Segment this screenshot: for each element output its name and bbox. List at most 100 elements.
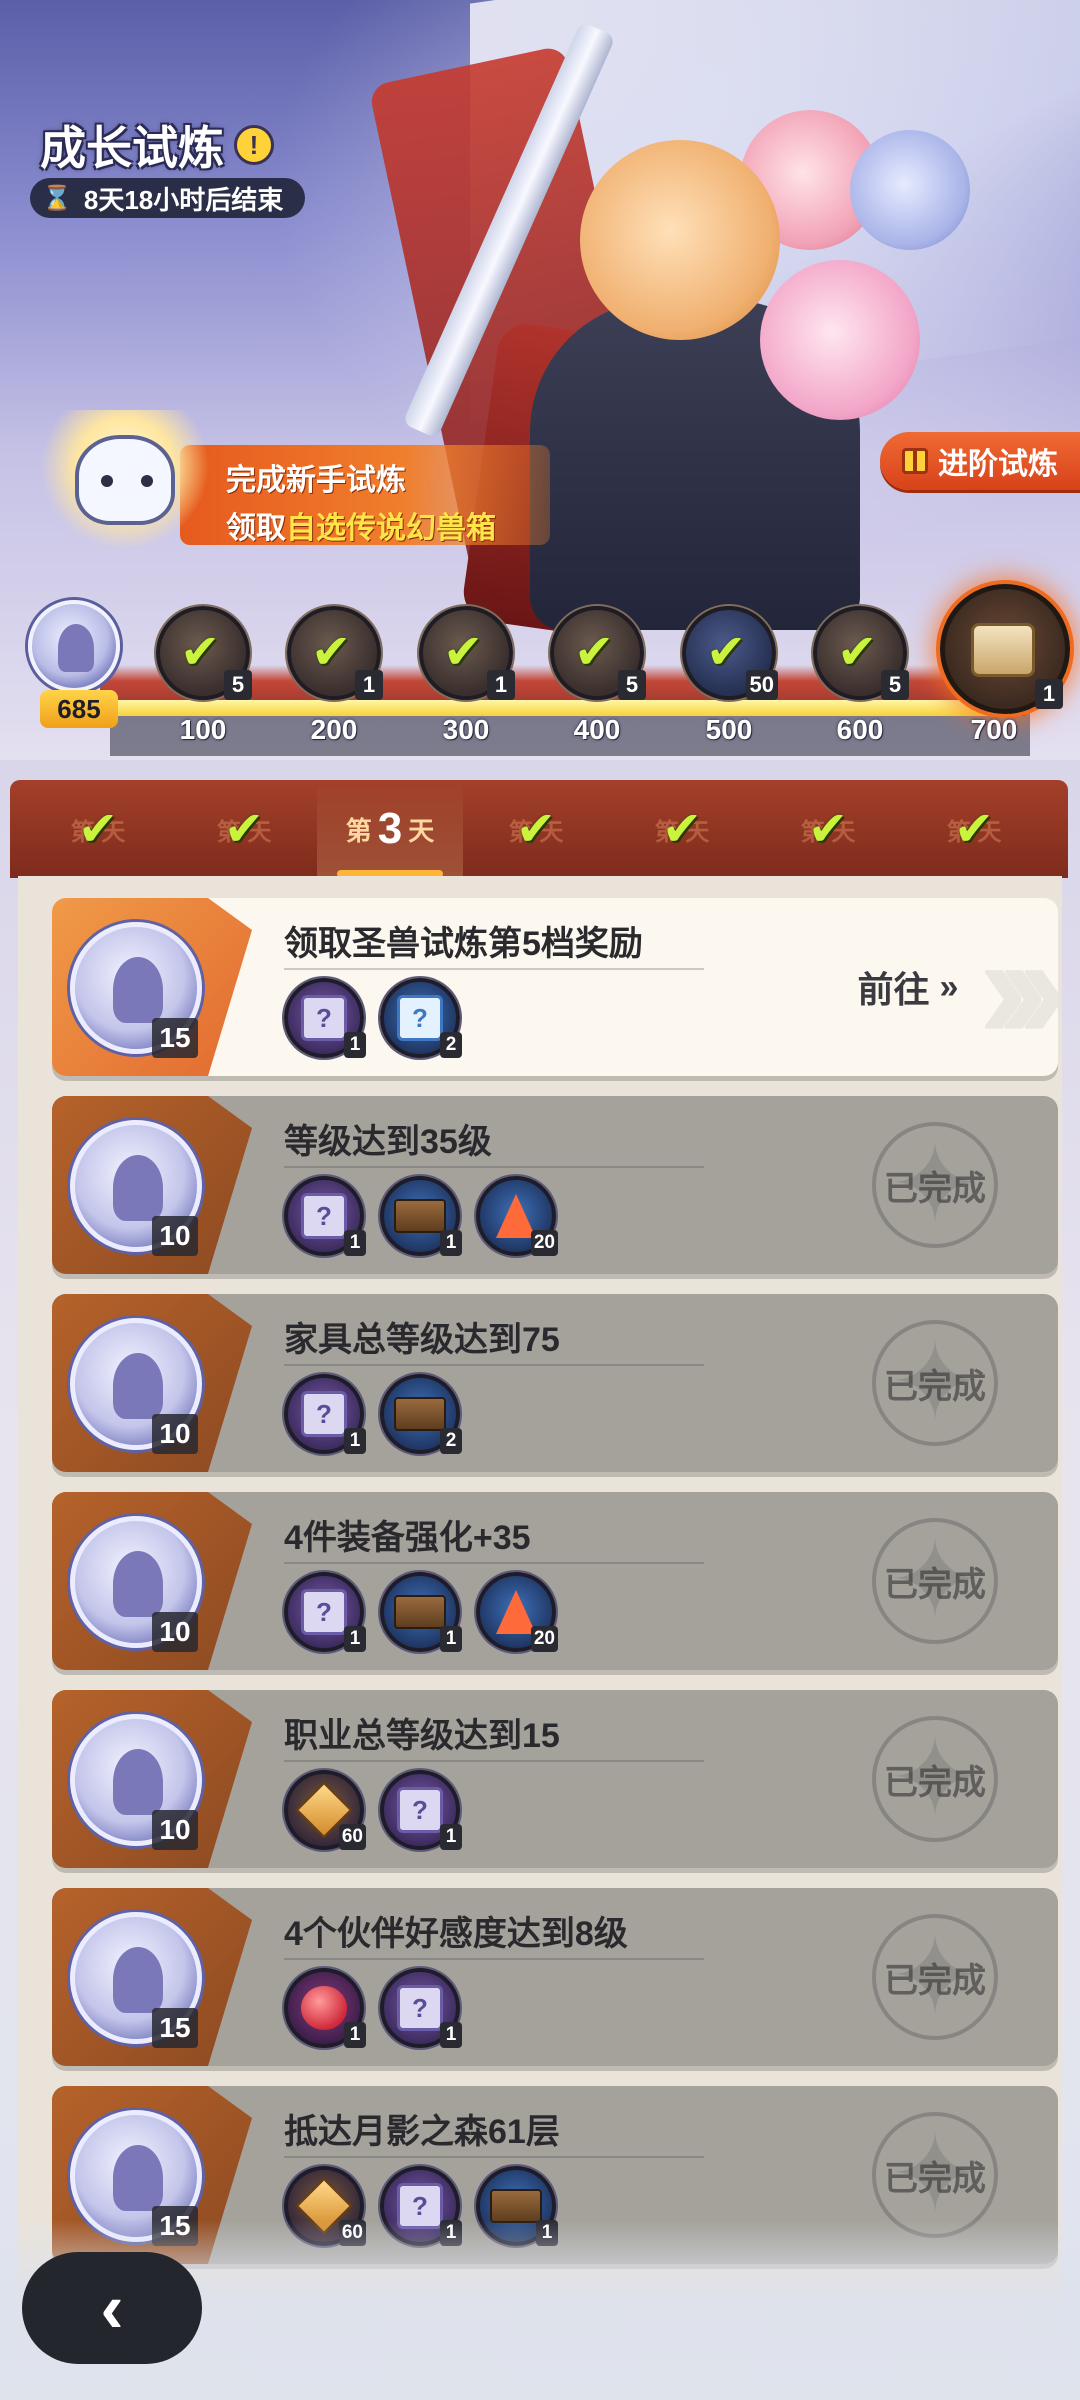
- completed-stamp: ✦ 已完成: [872, 1518, 998, 1644]
- tab-day-3[interactable]: 第 3 天: [317, 780, 463, 878]
- crate-reward-icon[interactable]: 2: [380, 1374, 462, 1454]
- tab-day-6[interactable]: 第 天 ✔: [755, 780, 901, 878]
- check-icon: ✔: [311, 626, 352, 679]
- gift-box-icon: ?: [301, 995, 347, 1041]
- completed-label: 已完成: [884, 1565, 986, 1604]
- crate-reward-icon[interactable]: 1: [380, 1176, 462, 1256]
- milestone-qty: 5: [224, 670, 252, 700]
- reward-qty: 1: [344, 1428, 366, 1454]
- hero-head-blue: [850, 130, 970, 250]
- crystal-icon: [496, 1590, 536, 1634]
- task-name: 等级达到35级: [284, 1123, 492, 1161]
- completed-label: 已完成: [884, 1169, 986, 1208]
- mystery-gift-reward-icon[interactable]: ?1: [380, 1968, 462, 2048]
- milestone-100[interactable]: ✔ 5: [156, 606, 252, 700]
- day-suffix: 天: [408, 815, 435, 846]
- advanced-trial-button[interactable]: 进阶试炼: [880, 432, 1080, 490]
- coin-face: [113, 1155, 163, 1221]
- crate-reward-icon[interactable]: 1: [380, 1572, 462, 1652]
- chevron-decor-icon: ›››: [978, 903, 1058, 1071]
- double-chevron-icon: »: [939, 967, 959, 1006]
- task-row[interactable]: 15 领取圣兽试炼第5档奖励 ? 1 ? 2 ››› 前往 »: [52, 898, 1058, 1076]
- reward-qty: 1: [440, 1824, 462, 1850]
- task-row[interactable]: 10 家具总等级达到75 ? 1 2 ✦ 已完成: [52, 1294, 1058, 1472]
- hourglass-icon: ⌛: [42, 184, 72, 212]
- goto-label: 前往: [857, 969, 930, 1010]
- chest-icon: [971, 623, 1035, 677]
- newbie-promo[interactable]: 完成新手试炼 领取自选传说幻兽箱: [30, 400, 550, 550]
- coin-face: [113, 1353, 163, 1419]
- task-points: 10: [152, 1810, 198, 1850]
- crate-icon: [394, 1397, 446, 1431]
- mystery-gift-reward-icon[interactable]: ?1: [284, 1374, 366, 1454]
- event-banner: 成长试炼 ! ⌛ 8天18小时后结束 完成新手试炼 领取自选传说幻兽箱 进阶试炼…: [0, 0, 1080, 760]
- task-row[interactable]: 10 职业总等级达到15 60 ? 1 ✦ 已完成: [52, 1690, 1058, 1868]
- reward-qty: 1: [344, 2022, 366, 2048]
- tick-label: 700: [970, 714, 1018, 745]
- mascot-icon: [40, 410, 210, 550]
- task-row[interactable]: 10 等级达到35级 ? 1 1 20 ✦ 已完成: [52, 1096, 1058, 1274]
- blue-gift-reward-icon[interactable]: ? 2: [380, 978, 462, 1058]
- day-number: 3: [377, 804, 403, 853]
- mystery-gift-reward-icon[interactable]: ?1: [380, 1770, 462, 1850]
- tab-day-7[interactable]: 第 天 ✔: [901, 780, 1047, 878]
- tick-label: 200: [310, 714, 358, 745]
- back-button[interactable]: ‹: [22, 2252, 202, 2364]
- tab-day-4[interactable]: 第 天 ✔: [463, 780, 609, 878]
- task-row[interactable]: 15 4个伙伴好感度达到8级 1 ? 1 ✦ 已完成: [52, 1888, 1058, 2066]
- day-tabs: 第 天 ✔ 第 天 ✔ 第 3 天 第 天 ✔ 第 天 ✔ 第 天 ✔ 第 天 ✔: [10, 780, 1068, 878]
- mystery-gift-reward-icon[interactable]: ?1: [284, 978, 366, 1058]
- reward-qty: 60: [338, 1824, 366, 1850]
- milestone-500[interactable]: ✔ 50: [682, 606, 778, 700]
- crystal-reward-icon[interactable]: 20: [476, 1176, 558, 1256]
- reward-qty: 1: [344, 1032, 366, 1058]
- crate-icon: [394, 1595, 446, 1629]
- crate-icon: [490, 2189, 542, 2223]
- goto-button[interactable]: ››› 前往 »: [758, 898, 1058, 1076]
- title-row: 成长试炼 !: [40, 112, 274, 178]
- shard-reward-icon[interactable]: 60: [284, 1770, 366, 1850]
- gift-box-icon: ?: [397, 995, 443, 1041]
- reward-qty: 2: [440, 1428, 462, 1454]
- reward-qty: 2: [440, 1032, 462, 1058]
- apple-reward-icon[interactable]: 1: [284, 1968, 366, 2048]
- task-name: 职业总等级达到15: [284, 1717, 560, 1755]
- promo-line2: 领取自选传说幻兽箱: [226, 503, 550, 547]
- milestone-300[interactable]: ✔ 1: [419, 606, 515, 700]
- gift-icon: [902, 448, 928, 474]
- check-icon: ✔: [661, 803, 703, 856]
- reward-list: ? 1 1 20: [284, 1572, 558, 1652]
- reward-qty: 1: [440, 1626, 462, 1652]
- info-icon[interactable]: !: [234, 125, 274, 165]
- tab-day-1[interactable]: 第 天 ✔: [25, 780, 171, 878]
- promo-highlight: 自选传说幻兽箱: [286, 512, 496, 545]
- check-icon: ✔: [180, 626, 221, 679]
- milestone-200[interactable]: ✔ 1: [287, 606, 383, 700]
- task-points: 10: [152, 1216, 198, 1256]
- promo-banner[interactable]: 完成新手试炼 领取自选传说幻兽箱: [180, 445, 550, 545]
- check-icon: ✔: [574, 626, 615, 679]
- milestone-qty: 5: [618, 670, 646, 700]
- task-name: 4个伙伴好感度达到8级: [284, 1915, 628, 1953]
- tick-label: 400: [573, 714, 621, 745]
- task-panel: 15 领取圣兽试炼第5档奖励 ? 1 ? 2 ››› 前往 » 10 等级达到35级…: [18, 876, 1062, 2400]
- milestone-700-chest[interactable]: 1: [940, 584, 1070, 714]
- coin-face: [113, 1749, 163, 1815]
- coin-face: [58, 624, 94, 672]
- back-arrow-icon: ‹: [100, 2269, 124, 2347]
- task-row[interactable]: 10 4件装备强化+35 ? 1 1 20 ✦ 已完成: [52, 1492, 1058, 1670]
- day-prefix: 第: [345, 815, 372, 846]
- completed-label: 已完成: [884, 1961, 986, 2000]
- divider: [284, 1364, 704, 1366]
- hero-illustration: [402, 21, 1030, 640]
- crate-icon: [394, 1199, 446, 1233]
- milestone-600[interactable]: ✔ 5: [813, 606, 909, 700]
- tab-day-5[interactable]: 第 天 ✔: [609, 780, 755, 878]
- task-name: 抵达月影之森61层: [284, 2113, 560, 2151]
- crystal-reward-icon[interactable]: 20: [476, 1572, 558, 1652]
- milestone-400[interactable]: ✔ 5: [550, 606, 646, 700]
- mystery-gift-reward-icon[interactable]: ?1: [284, 1572, 366, 1652]
- reward-qty: 1: [344, 1230, 366, 1256]
- tab-day-2[interactable]: 第 天 ✔: [171, 780, 317, 878]
- mystery-gift-reward-icon[interactable]: ?1: [284, 1176, 366, 1256]
